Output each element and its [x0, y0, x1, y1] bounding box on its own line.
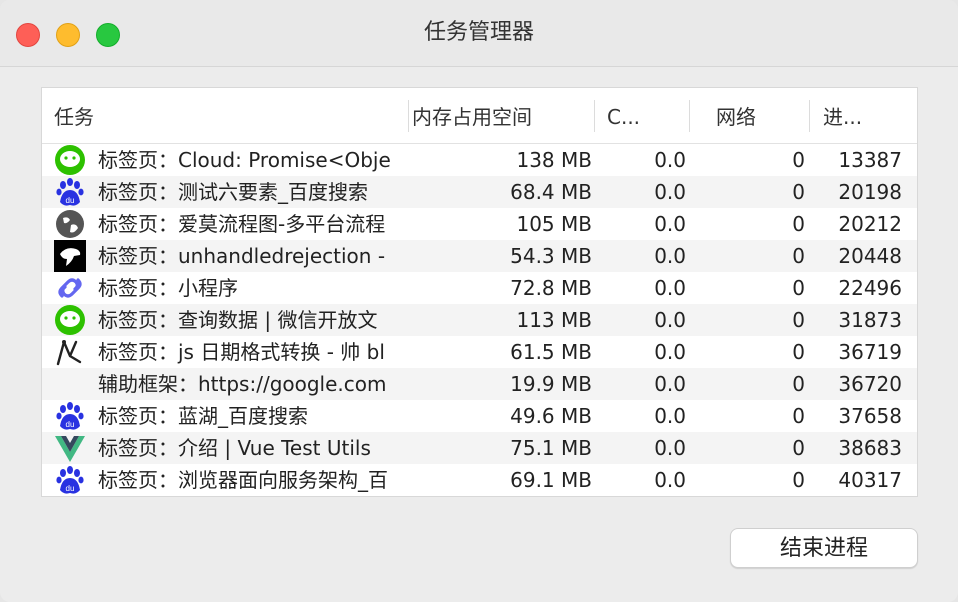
column-header-network[interactable]: 网络 [704, 88, 808, 143]
network-value: 0 [792, 276, 805, 300]
network-value: 0 [792, 180, 805, 204]
task-name: 标签页：测试六要素_百度搜索 [98, 180, 368, 204]
window-title: 任务管理器 [423, 20, 534, 45]
cpu-value: 0.0 [654, 244, 686, 268]
network-value: 0 [792, 212, 805, 236]
column-header-task[interactable]: 任务 [42, 88, 408, 143]
memory-value: 19.9 MB [510, 372, 592, 396]
end-process-button[interactable]: 结束进程 [730, 528, 918, 568]
cpu-value: 0.0 [654, 436, 686, 460]
svg-text:du: du [66, 484, 75, 493]
title-bar: 任务管理器 [0, 0, 958, 67]
process-table: 任务 内存占用空间 C... 网络 进... 标签页：Cloud: Promis… [41, 87, 918, 497]
network-value: 0 [792, 308, 805, 332]
pid-value: 36719 [838, 340, 902, 364]
memory-value: 138 MB [516, 148, 592, 172]
pid-value: 31873 [838, 308, 902, 332]
pid-value: 13387 [838, 148, 902, 172]
pid-value: 38683 [838, 436, 902, 460]
table-row[interactable]: 标签页：js 日期格式转换 - 帅 bl 61.5 MB 0.0 0 36719 [42, 336, 917, 368]
table-row[interactable]: du 标签页：浏览器面向服务架构_百 69.1 MB 0.0 0 40317 [42, 464, 917, 496]
task-name: 标签页：js 日期格式转换 - 帅 bl [98, 340, 385, 364]
memory-value: 54.3 MB [510, 244, 592, 268]
baidu-icon: du [56, 466, 84, 494]
network-value: 0 [792, 372, 805, 396]
pen-icon [56, 340, 82, 366]
task-name: 标签页：浏览器面向服务架构_百 [98, 468, 388, 492]
network-value: 0 [792, 148, 805, 172]
cpu-value: 0.0 [654, 404, 686, 428]
memory-value: 75.1 MB [510, 436, 592, 460]
table-row[interactable]: du 标签页：测试六要素_百度搜索 68.4 MB 0.0 0 20198 [42, 176, 917, 208]
task-name: 标签页：小程序 [98, 276, 238, 300]
pid-value: 36720 [838, 372, 902, 396]
memory-value: 68.4 MB [510, 180, 592, 204]
table-row[interactable]: 标签页：介绍 | Vue Test Utils 75.1 MB 0.0 0 38… [42, 432, 917, 464]
task-name: 标签页：爱莫流程图-多平台流程 [98, 212, 386, 236]
table-row[interactable]: du 标签页：蓝湖_百度搜索 49.6 MB 0.0 0 37658 [42, 400, 917, 432]
task-name: 标签页：Cloud: Promise<Obje [98, 148, 391, 172]
table-row[interactable]: 辅助框架：https://google.com 19.9 MB 0.0 0 36… [42, 368, 917, 400]
memory-value: 113 MB [516, 308, 592, 332]
network-value: 0 [792, 244, 805, 268]
bird-icon [54, 240, 86, 272]
cpu-value: 0.0 [654, 148, 686, 172]
task-name: 辅助框架：https://google.com [98, 372, 387, 396]
pid-value: 20198 [838, 180, 902, 204]
svg-text:du: du [66, 196, 75, 205]
table-row[interactable]: 标签页：unhandledrejection - 54.3 MB 0.0 0 2… [42, 240, 917, 272]
memory-value: 61.5 MB [510, 340, 592, 364]
table-row[interactable]: 标签页：Cloud: Promise<Obje 138 MB 0.0 0 133… [42, 144, 917, 176]
table-row[interactable]: 标签页：爱莫流程图-多平台流程 105 MB 0.0 0 20212 [42, 208, 917, 240]
network-value: 0 [792, 404, 805, 428]
cpu-value: 0.0 [654, 308, 686, 332]
cpu-value: 0.0 [654, 212, 686, 236]
memory-value: 105 MB [516, 212, 592, 236]
pid-value: 40317 [838, 468, 902, 492]
network-value: 0 [792, 340, 805, 364]
cpu-value: 0.0 [654, 180, 686, 204]
baidu-icon: du [56, 402, 84, 430]
task-name: 标签页：unhandledrejection - [98, 244, 386, 268]
svg-text:du: du [66, 420, 75, 429]
cpu-value: 0.0 [654, 372, 686, 396]
column-header-memory[interactable]: 内存占用空间 [400, 88, 592, 143]
wechat-icon [55, 145, 85, 175]
task-name: 标签页：查询数据 | 微信开放文 [98, 308, 378, 332]
pid-value: 20212 [838, 212, 902, 236]
task-name: 标签页：蓝湖_百度搜索 [98, 404, 308, 428]
column-divider[interactable] [689, 100, 690, 132]
pid-value: 20448 [838, 244, 902, 268]
network-value: 0 [792, 468, 805, 492]
table-body: 标签页：Cloud: Promise<Obje 138 MB 0.0 0 133… [42, 144, 917, 496]
pid-value: 22496 [838, 276, 902, 300]
memory-value: 49.6 MB [510, 404, 592, 428]
table-header: 任务 内存占用空间 C... 网络 进... [42, 88, 917, 144]
cpu-value: 0.0 [654, 340, 686, 364]
cpu-value: 0.0 [654, 468, 686, 492]
column-header-pid[interactable]: 进... [811, 88, 911, 143]
mini-program-icon [58, 278, 82, 298]
baidu-icon: du [56, 178, 84, 206]
globe-icon [56, 210, 84, 238]
table-row[interactable]: 标签页：小程序 72.8 MB 0.0 0 22496 [42, 272, 917, 304]
memory-value: 69.1 MB [510, 468, 592, 492]
memory-value: 72.8 MB [510, 276, 592, 300]
network-value: 0 [792, 436, 805, 460]
vue-icon [55, 436, 85, 462]
table-row[interactable]: 标签页：查询数据 | 微信开放文 113 MB 0.0 0 31873 [42, 304, 917, 336]
task-manager-window: 任务管理器 任务 内存占用空间 C... 网络 进... 标签页：Cloud: … [0, 0, 958, 602]
wechat-icon [55, 305, 85, 335]
task-name: 标签页：介绍 | Vue Test Utils [98, 436, 371, 460]
pid-value: 37658 [838, 404, 902, 428]
column-header-cpu[interactable]: C... [595, 88, 689, 143]
column-divider[interactable] [809, 100, 810, 132]
cpu-value: 0.0 [654, 276, 686, 300]
